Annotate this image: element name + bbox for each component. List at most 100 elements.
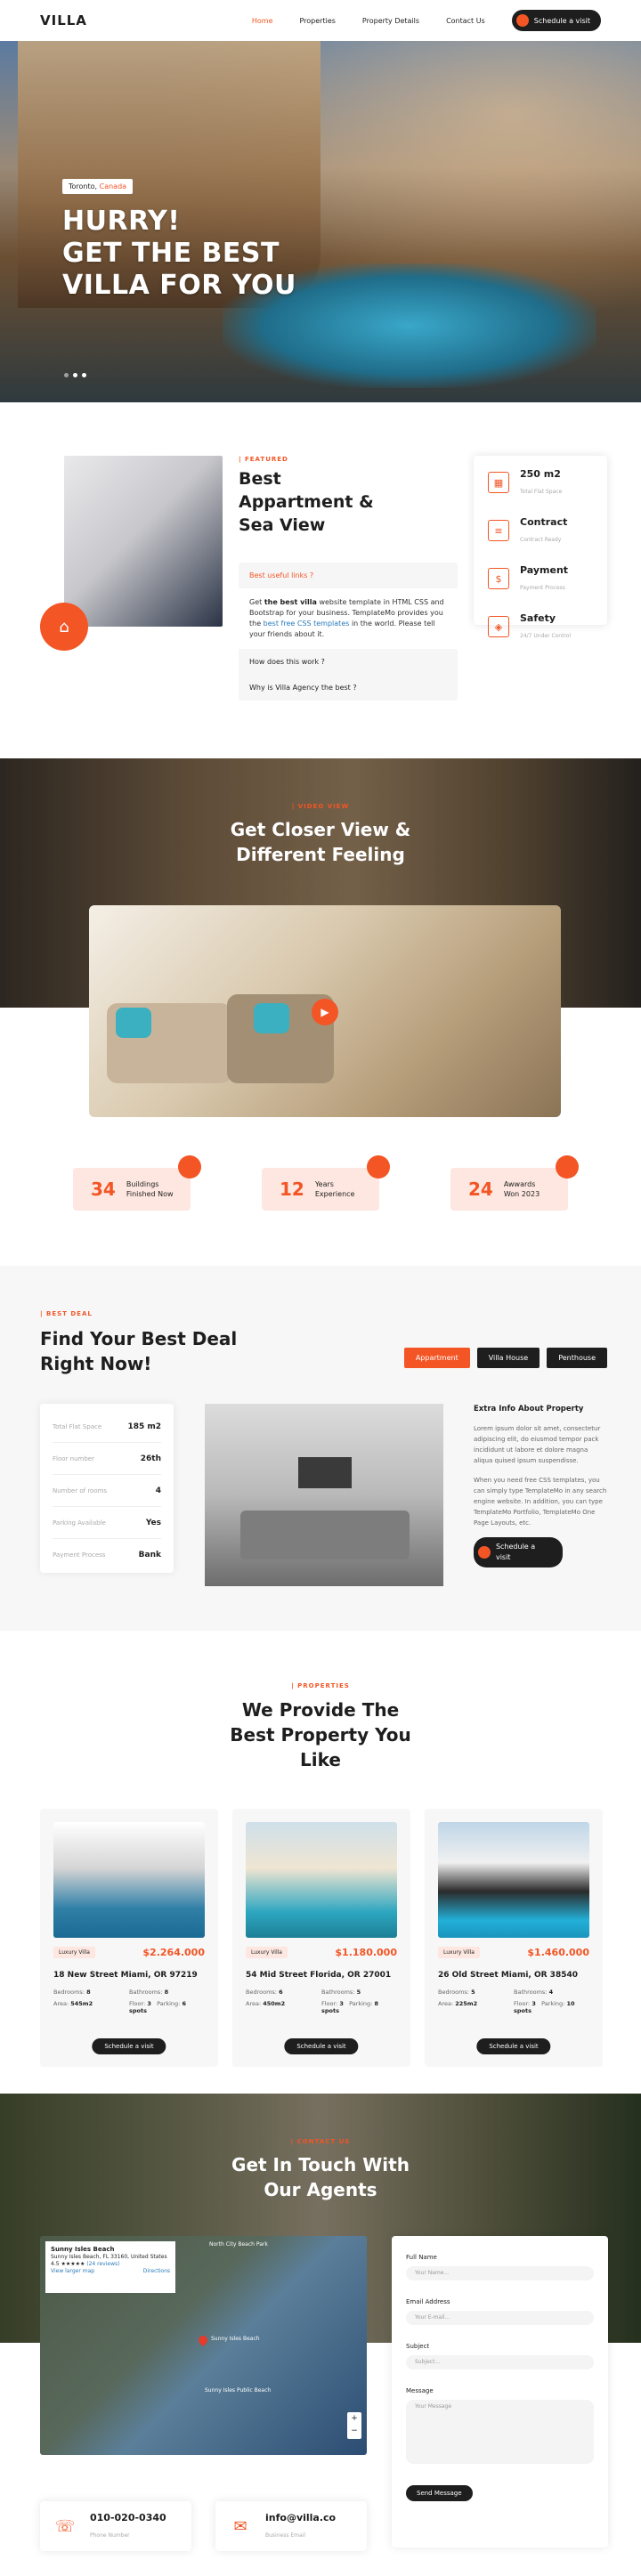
schedule-visit-button[interactable]: Schedule a visit (474, 1537, 563, 1567)
email-field[interactable]: Your E-mail... (406, 2311, 594, 2325)
info-row: ≡ Contract Contract Ready (488, 516, 593, 545)
spec-row: Payment Process Bank (53, 1551, 161, 1559)
counters: 34 Buildings Finished Now 12 Years Experie… (0, 1155, 641, 1211)
price: $1.180.000 (335, 1947, 397, 1958)
contact-title: Get In Touch With Our Agents (231, 2154, 410, 2200)
faq-accordion: Best useful links ? Get the best villa w… (239, 563, 458, 701)
price: $1.460.000 (527, 1947, 589, 1958)
property-features: Bedrooms: 5 Bathrooms: 4 Area: 225m2 Flo… (438, 1989, 575, 2014)
directions-link[interactable]: Directions (143, 2268, 170, 2275)
area-icon: ▦ (488, 472, 509, 493)
play-icon[interactable]: ▶ (312, 999, 338, 1025)
nav-property-details[interactable]: Property Details (362, 17, 419, 25)
send-message-button[interactable]: Send Message (406, 2485, 473, 2501)
properties-title: We Provide The Best Property You Like (230, 1699, 411, 1770)
section-tag: | CONTACT US (290, 2138, 351, 2145)
spec-row: Parking Available Yes (53, 1507, 161, 1539)
section-tag: | VIDEO VIEW (291, 803, 350, 810)
nav-contact[interactable]: Contact Us (446, 17, 485, 25)
info-row: ◈ Safety 24/7 Under Control (488, 612, 593, 641)
category-badge: Luxury Villa (438, 1947, 480, 1958)
schedule-visit-button[interactable]: Schedule a visit (511, 10, 601, 31)
deal-image (205, 1404, 443, 1586)
property-address[interactable]: 18 New Street Miami, OR 97219 (53, 1971, 205, 1980)
featured-image (64, 456, 223, 627)
best-deal-section: | BEST DEAL Find Your Best Deal Right No… (0, 1266, 641, 1631)
schedule-visit-button[interactable]: Schedule a visit (476, 2038, 551, 2054)
category-badge: Luxury Villa (246, 1947, 288, 1958)
spec-row: Floor number 26th (53, 1443, 161, 1475)
deal-tabs: Appartment Villa House Penthouse (403, 1348, 607, 1368)
price: $2.264.000 (142, 1947, 205, 1958)
name-field[interactable]: Your Name... (406, 2266, 594, 2280)
payment-icon: $ (488, 568, 509, 589)
schedule-visit-button[interactable]: Schedule a visit (92, 2038, 166, 2054)
video-frame[interactable]: ▶ (89, 905, 561, 1117)
schedule-visit-label: Schedule a visit (533, 16, 590, 25)
property-address[interactable]: 26 Old Street Miami, OR 38540 (438, 1971, 589, 1980)
info-card: ▦ 250 m2 Total Flat Space ≡ Contract Contr… (474, 456, 607, 639)
spec-table: Total Flat Space 185 m2 Floor number 26th … (40, 1404, 174, 1573)
deal-title: Find Your Best Deal Right Now! (40, 1328, 238, 1374)
counter-awards: 24 Awwards Won 2023 (450, 1155, 579, 1211)
calendar-icon (478, 1546, 491, 1559)
schedule-visit-button[interactable]: Schedule a visit (284, 2038, 359, 2054)
tab-penthouse[interactable]: Penthouse (547, 1348, 607, 1368)
counter-decoration (367, 1155, 390, 1179)
property-address[interactable]: 54 Mid Street Florida, OR 27001 (246, 1971, 397, 1980)
section-tag: | PROPERTIES (291, 1682, 350, 1689)
safety-icon: ◈ (488, 616, 509, 637)
counter-buildings: 34 Buildings Finished Now (73, 1155, 201, 1211)
accordion-item-useful-links[interactable]: Best useful links ? (239, 563, 458, 588)
property-card: Luxury Villa $2.264.000 18 New Street Mia… (40, 1809, 218, 2067)
section-tag: | BEST DEAL (40, 1310, 93, 1317)
nav-properties[interactable]: Properties (299, 17, 335, 25)
property-card: Luxury Villa $1.180.000 54 Mid Street Flo… (232, 1809, 410, 2067)
property-features: Bedrooms: 6 Bathrooms: 5 Area: 450m2 Flo… (246, 1989, 378, 2014)
contact-form: Full Name Your Name... Email Address You… (392, 2236, 608, 2548)
info-row: ▦ 250 m2 Total Flat Space (488, 468, 593, 497)
counter-decoration (178, 1155, 201, 1179)
tab-villa-house[interactable]: Villa House (476, 1348, 540, 1368)
header: VILLA Home Properties Property Details C… (0, 0, 641, 41)
main-menu: Home Properties Property Details Contact… (252, 10, 601, 31)
property-card: Luxury Villa $1.460.000 26 Old Street Mia… (425, 1809, 603, 2067)
calendar-icon (515, 14, 529, 27)
spec-row: Total Flat Space 185 m2 (53, 1411, 161, 1443)
map-place-card: Sunny Isles Beach Sunny Isles Beach, FL … (45, 2241, 175, 2293)
map-zoom-control[interactable]: + − (347, 2412, 361, 2439)
map-pin-icon[interactable] (196, 2333, 210, 2347)
slider-dot[interactable] (82, 373, 86, 377)
accordion-item-how-it-works[interactable]: How does this work ? (239, 649, 458, 675)
featured-title: Best Appartment & Sea View (239, 469, 374, 535)
slider-dot-active[interactable] (73, 373, 77, 377)
tab-appartment[interactable]: Appartment (403, 1348, 470, 1368)
hero-banner: Toronto, Canada HURRY! GET THE BEST VILL… (0, 41, 641, 402)
accordion-answer: Get the best villa website template in H… (239, 588, 458, 649)
property-image[interactable] (53, 1822, 205, 1938)
property-image[interactable] (246, 1822, 397, 1938)
accordion-item-why-villa[interactable]: Why is Villa Agency the best ? (239, 675, 458, 701)
property-cards: Luxury Villa $2.264.000 18 New Street Mia… (40, 1809, 603, 2067)
properties-section: | PROPERTIES We Provide The Best Propert… (0, 1631, 641, 2094)
spec-row: Number of rooms 4 (53, 1475, 161, 1507)
logo[interactable]: VILLA (40, 12, 87, 28)
phone-icon: ☏ (54, 2516, 76, 2536)
counter-experience: 12 Years Experience (262, 1155, 390, 1211)
slider-dot[interactable] (64, 373, 69, 377)
contact-section: | CONTACT US Get In Touch With Our Agent… (0, 2094, 641, 2567)
category-badge: Luxury Villa (53, 1947, 95, 1958)
message-field[interactable]: Your Message (406, 2400, 594, 2464)
counter-decoration (556, 1155, 579, 1179)
featured-section: ⌂ | FEATURED Best Appartment & Sea View … (0, 402, 641, 758)
deal-info: Extra Info About Property Lorem ipsum do… (474, 1404, 607, 1567)
property-image[interactable] (438, 1822, 589, 1938)
hero-headline: HURRY! GET THE BEST VILLA FOR YOU (62, 206, 296, 301)
subject-field[interactable]: Subject... (406, 2355, 594, 2369)
view-larger-map-link[interactable]: View larger map (51, 2268, 94, 2274)
nav-home[interactable]: Home (252, 17, 273, 25)
email-box: ✉ info@villa.co Business Email (215, 2501, 367, 2551)
embedded-map[interactable]: Sunny Isles Beach Sunny Isles Beach, FL … (40, 2236, 367, 2455)
templates-link[interactable]: best free CSS templates (264, 620, 350, 628)
property-features: Bedrooms: 8 Bathrooms: 8 Area: 545m2 Flo… (53, 1989, 186, 2014)
